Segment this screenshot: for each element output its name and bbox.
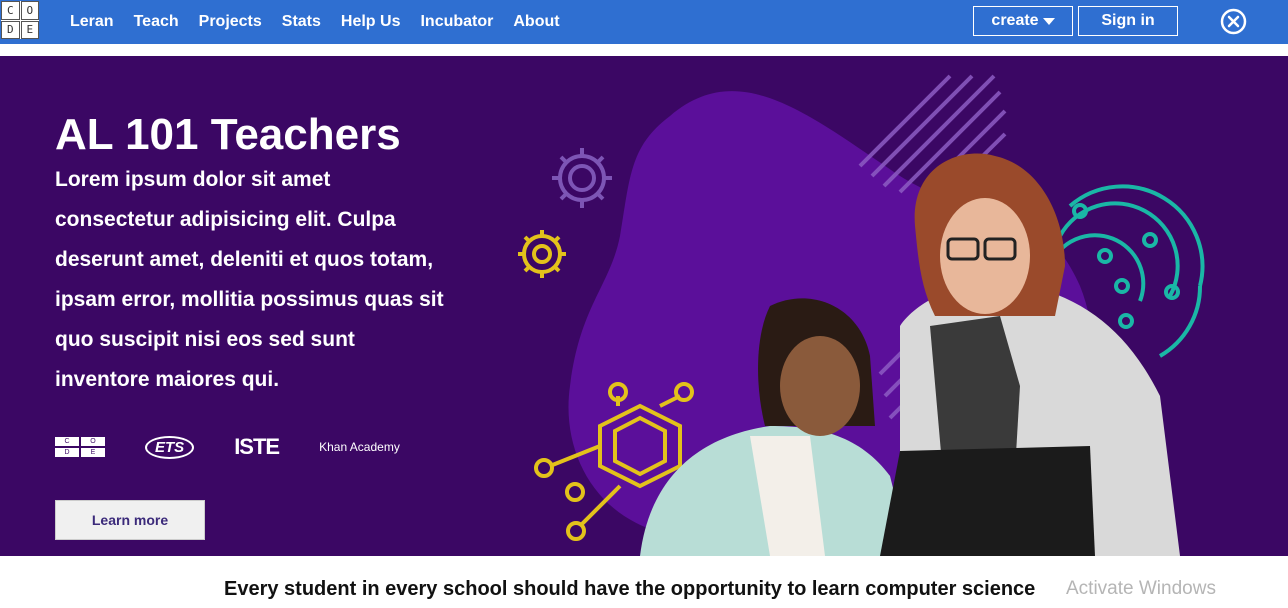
laptop-shape	[880, 446, 1095, 556]
nav-link-teach[interactable]: Teach	[134, 13, 179, 31]
top-navbar: C O D E Leran Teach Projects Stats Help …	[0, 0, 1288, 44]
nav-links: Leran Teach Projects Stats Help Us Incub…	[60, 0, 570, 44]
logo-letter: D	[1, 20, 20, 39]
nav-link-projects[interactable]: Projects	[199, 13, 262, 31]
logo-letter: D	[55, 448, 79, 457]
logo-letter: C	[55, 437, 79, 446]
windows-activation-watermark: Activate Windows	[1066, 578, 1216, 599]
learn-more-button[interactable]: Learn more	[55, 500, 205, 540]
hero-title: AL 101 Teachers	[55, 110, 401, 159]
learn-more-label: Learn more	[91, 512, 169, 528]
partner-logos: C O D E ETS ISTE Khan Academy	[55, 434, 440, 460]
gear-yellow-icon	[518, 230, 566, 278]
sign-in-button[interactable]: Sign in	[1078, 6, 1178, 36]
ets-partner-logo: ETS	[145, 435, 195, 459]
hero-description: Lorem ipsum dolor sit amet consectetur a…	[55, 168, 444, 391]
code-logo[interactable]: C O D E	[0, 0, 40, 40]
hero-banner: AL 101 Teachers Lorem ipsum dolor sit am…	[0, 56, 1288, 556]
nav-link-stats[interactable]: Stats	[282, 13, 321, 31]
nav-separator	[0, 44, 1288, 56]
logo-letter: O	[81, 437, 105, 446]
code-org-partner-logo: C O D E	[55, 437, 105, 457]
sign-in-label: Sign in	[1101, 12, 1155, 29]
logo-letter: C	[1, 1, 20, 20]
nav-link-learn[interactable]: Leran	[70, 13, 114, 31]
create-dropdown-button[interactable]: create	[973, 6, 1073, 36]
gear-outline-icon	[552, 148, 612, 208]
logo-letter: E	[81, 448, 105, 457]
mission-tagline: Every student in every school should hav…	[224, 578, 1036, 600]
nav-link-help-us[interactable]: Help Us	[341, 13, 401, 31]
logo-letter: O	[20, 1, 39, 20]
nav-link-incubator[interactable]: Incubator	[420, 13, 493, 31]
caret-down-icon	[1042, 17, 1055, 25]
hero-illustration	[518, 74, 1205, 556]
logo-letter: E	[20, 20, 39, 39]
khan-academy-partner-logo: Khan Academy	[319, 440, 400, 454]
nav-link-about[interactable]: About	[513, 13, 559, 31]
create-label: create	[991, 12, 1039, 29]
iste-partner-logo: ISTE	[234, 434, 280, 459]
close-circle-icon[interactable]	[1220, 8, 1247, 35]
